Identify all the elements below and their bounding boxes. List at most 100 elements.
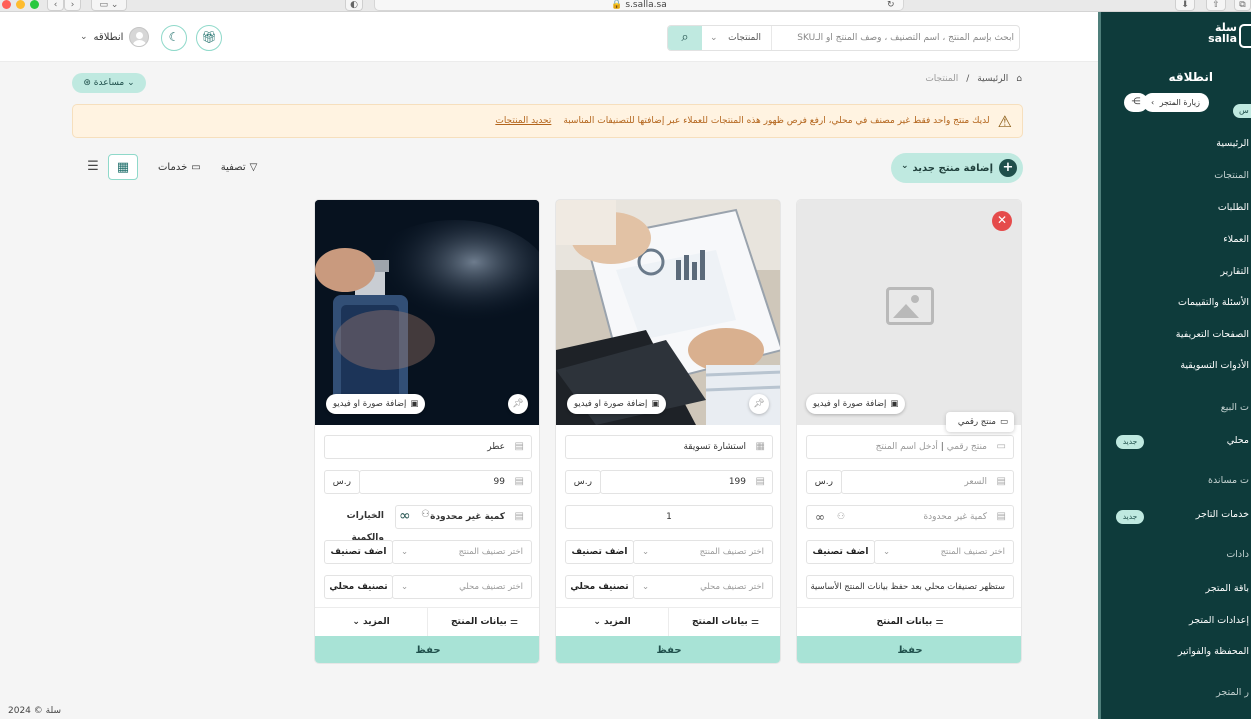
- quantity-input[interactable]: ▤ كمية غير محدودة ∞ ⚇: [806, 505, 1014, 529]
- quantity-input[interactable]: ▤ كمية غير محدودة: [395, 505, 532, 529]
- minimize-window-icon[interactable]: [16, 0, 25, 9]
- alert-link[interactable]: تحديد المنتجات: [495, 116, 551, 126]
- sidebar-item-store-settings[interactable]: إعدادات المتجر: [1189, 615, 1249, 626]
- share-icon[interactable]: ⇧: [1206, 0, 1226, 11]
- local-category-select[interactable]: اختر تصنيف محلي ⌄: [633, 575, 773, 599]
- product-data-button[interactable]: ⚌ بيانات المنتج: [797, 608, 1021, 636]
- sidebar-item-products[interactable]: المنتجات: [1214, 170, 1249, 181]
- breadcrumb-home[interactable]: الرئيسية: [977, 74, 1008, 84]
- box-icon: ▤: [514, 441, 524, 452]
- list-view-icon[interactable]: ☰: [78, 154, 108, 180]
- salla-logo-icon: [1239, 24, 1251, 48]
- chevron-down-icon: ⌄: [352, 617, 360, 627]
- avatar: [129, 27, 150, 47]
- add-media-button[interactable]: ▣ إضافة صورة او فيديو: [326, 394, 426, 414]
- share-store-button[interactable]: ⋲: [1124, 93, 1148, 112]
- search-category-select[interactable]: ⌄ المنتجات: [702, 26, 772, 50]
- add-media-button[interactable]: ▣ إضافة صورة او فيديو: [567, 394, 667, 414]
- help-button[interactable]: ⊛ مساعدة ⌄: [72, 73, 146, 93]
- save-button[interactable]: حفظ: [315, 636, 539, 663]
- sidebar-item-reports[interactable]: التقارير: [1220, 266, 1249, 277]
- card-footer: ⚌ بيانات المنتج: [797, 607, 1021, 636]
- sliders-icon: ⚌: [935, 617, 944, 627]
- filter-button[interactable]: ▽ تصفية: [221, 162, 258, 173]
- more-button[interactable]: المزيد ⌄: [315, 608, 428, 636]
- user-icon: ⚇: [421, 509, 430, 520]
- download-icon[interactable]: ⬇: [1175, 0, 1195, 11]
- sidebar-item-orders[interactable]: الطلبات: [1218, 202, 1249, 213]
- sidebar-item-marketing-tools[interactable]: الأدوات التسويقية: [1180, 360, 1249, 371]
- chevron-down-icon: ⌄: [710, 33, 718, 43]
- save-button[interactable]: حفظ: [556, 636, 780, 663]
- price-input[interactable]: ▤ 99: [359, 470, 532, 494]
- maximize-window-icon[interactable]: [30, 0, 39, 9]
- product-data-button[interactable]: ⚌ بيانات المنتج: [669, 608, 780, 636]
- share-icon: ⋲: [1131, 97, 1141, 107]
- store-name: انطلاقه: [1168, 70, 1213, 84]
- search-input[interactable]: [774, 28, 1014, 48]
- sidebar-item-customers[interactable]: العملاء: [1223, 234, 1249, 245]
- chevron-down-icon: ⌄: [642, 547, 650, 557]
- salla-logo[interactable]: سلة salla: [1208, 22, 1237, 44]
- sidebar-item-pages[interactable]: الصفحات التعريفية: [1176, 329, 1249, 340]
- add-category-button[interactable]: اضف تصنيف: [324, 540, 393, 564]
- sidebar-toggle-icon[interactable]: ▭ ⌄: [91, 0, 127, 11]
- plus-icon: +: [999, 159, 1017, 177]
- shield-icon[interactable]: ◐: [345, 0, 363, 11]
- close-icon[interactable]: ✕: [992, 211, 1012, 231]
- tag-icon: ▤: [996, 476, 1006, 487]
- close-window-icon[interactable]: [2, 0, 11, 9]
- home-icon[interactable]: ⌂: [1016, 74, 1022, 84]
- sidebar-section-sales: ت البيع: [1220, 402, 1249, 413]
- address-bar[interactable]: 🔒 s.salla.sa: [374, 0, 904, 11]
- breadcrumb-current: المنتجات: [925, 74, 959, 84]
- forward-button[interactable]: ›: [64, 0, 81, 11]
- product-name-input[interactable]: ▦ استشارة تسويقة: [565, 435, 773, 459]
- product-name-input[interactable]: ▤ عطر: [324, 435, 532, 459]
- search-icon[interactable]: ⌕: [668, 26, 702, 50]
- pin-icon[interactable]: 📌︎: [749, 394, 769, 414]
- sidebar-item-merchant-services[interactable]: خدمات التاجر: [1196, 509, 1249, 520]
- tabs-icon[interactable]: ⧉: [1234, 0, 1251, 11]
- services-button[interactable]: ▭ خدمات: [158, 162, 201, 173]
- save-button[interactable]: حفظ: [797, 636, 1021, 663]
- product-data-button[interactable]: ⚌ بيانات المنتج: [428, 608, 539, 636]
- infinity-icon[interactable]: ∞: [815, 506, 825, 528]
- chevron-down-icon: ⌄: [593, 617, 601, 627]
- back-button[interactable]: ‹: [47, 0, 64, 11]
- local-category-select[interactable]: اختر تصنيف محلي ⌄: [392, 575, 532, 599]
- gift-button[interactable]: 🎁︎: [196, 25, 222, 51]
- add-media-button[interactable]: ▣ إضافة صورة او فيديو: [806, 394, 906, 414]
- user-menu[interactable]: ⌄ انطلاقه: [80, 26, 150, 48]
- add-product-button[interactable]: + إضافة منتج جديد ⌄: [891, 153, 1023, 183]
- category-select[interactable]: اختر تصنيف المنتج ⌄: [392, 540, 532, 564]
- sidebar-item-wallet-invoices[interactable]: المحفظة والفواتير: [1178, 646, 1249, 657]
- reload-icon[interactable]: ↻: [887, 0, 895, 10]
- sidebar-item-home[interactable]: الرئيسية: [1216, 138, 1249, 149]
- chevron-down-icon: ⌄: [401, 582, 409, 592]
- local-category-button[interactable]: تصنيف محلي: [324, 575, 393, 599]
- sidebar-item-store-plan[interactable]: باقة المتجر: [1206, 583, 1249, 594]
- category-select[interactable]: اختر تصنيف المنتج ⌄: [633, 540, 773, 564]
- add-category-button[interactable]: اضف تصنيف: [565, 540, 634, 564]
- digital-product-icon: ▭: [996, 441, 1006, 452]
- category-select[interactable]: اختر تصنيف المنتج ⌄: [874, 540, 1014, 564]
- local-category-button[interactable]: تصنيف محلي: [565, 575, 634, 599]
- sidebar-item-local[interactable]: محلي: [1227, 435, 1249, 446]
- dark-mode-button[interactable]: ☾: [161, 25, 187, 51]
- currency-label: ر.س: [324, 470, 360, 494]
- chevron-down-icon[interactable]: ⌄: [901, 161, 909, 171]
- price-input[interactable]: ▤ 199: [600, 470, 773, 494]
- grid-view-icon[interactable]: ▦: [108, 154, 138, 180]
- sidebar-item-questions-reviews[interactable]: الأسئلة والتقييمات: [1178, 297, 1249, 308]
- options-and-quantity-button[interactable]: الخيارات والكمية: [324, 505, 392, 543]
- box-icon: ▤: [514, 511, 524, 522]
- infinity-icon[interactable]: ∞: [399, 508, 411, 524]
- quantity-input[interactable]: 1: [565, 505, 773, 529]
- product-name-input[interactable]: ▭ منتج رقمي | أدخل اسم المنتج: [806, 435, 1014, 459]
- price-input[interactable]: ▤ السعر: [841, 470, 1014, 494]
- pin-icon[interactable]: 📌︎: [508, 394, 528, 414]
- more-button[interactable]: المزيد ⌄: [556, 608, 669, 636]
- add-category-button[interactable]: اضف تصنيف: [806, 540, 875, 564]
- visit-store-button[interactable]: زيارة المتجر ›: [1143, 93, 1209, 112]
